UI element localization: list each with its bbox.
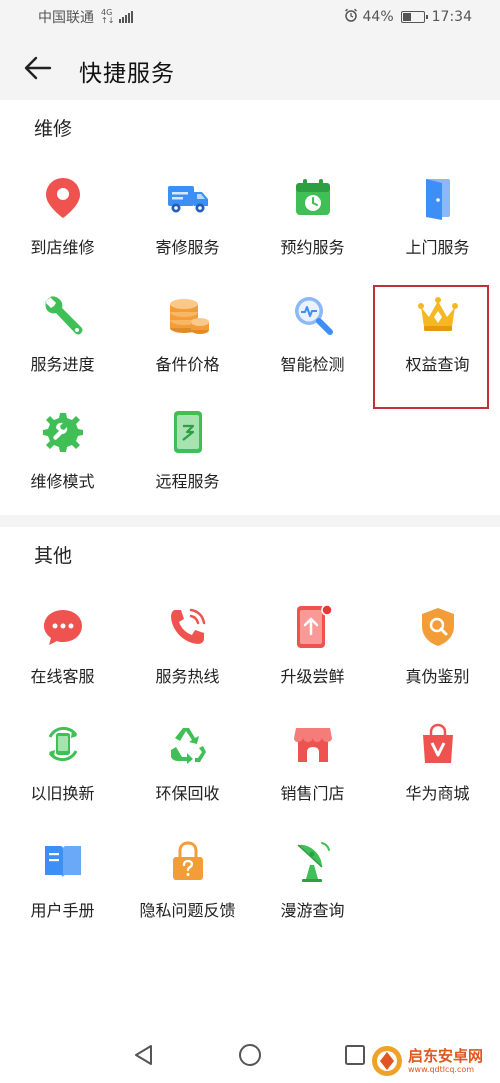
carrier-name: 中国联通 xyxy=(38,10,94,26)
crown-icon xyxy=(416,293,460,337)
clock-time: 17:34 xyxy=(431,9,472,25)
coins-icon xyxy=(166,293,210,337)
section-title-repair: 维修 xyxy=(34,118,73,140)
service-privacy-feedback[interactable]: 隐私问题反馈 xyxy=(125,821,250,938)
other-section: 其他 在线客服 服务热线 升级尝鲜 真伪鉴别 以旧换新 环保回收 销售门店 华为… xyxy=(0,527,500,1025)
network-type: 4G ↑↓ xyxy=(101,8,115,25)
satellite-dish-icon xyxy=(291,839,335,883)
alarm-icon xyxy=(344,8,358,26)
recycle-icon xyxy=(166,722,210,766)
location-pin-icon xyxy=(41,176,85,220)
recycle-phone-icon xyxy=(41,722,85,766)
page-title: 快捷服务 xyxy=(79,61,175,87)
book-icon xyxy=(41,839,85,883)
watermark-logo-icon xyxy=(372,1046,402,1076)
signal-icon xyxy=(119,11,134,23)
back-button[interactable] xyxy=(22,52,54,84)
gear-wrench-icon xyxy=(41,410,85,454)
nav-home-button[interactable] xyxy=(238,1043,262,1067)
service-appointment[interactable]: 预约服务 xyxy=(250,158,375,275)
watermark: 启东安卓网 www.qdtlcq.com xyxy=(370,1042,500,1080)
shopping-bag-icon xyxy=(416,722,460,766)
service-huawei-mall[interactable]: 华为商城 xyxy=(375,704,500,821)
repair-section: 维修 到店维修 寄修服务 预约服务 上门服务 服务进度 备件价格 智能检测 权益… xyxy=(0,100,500,515)
chat-bubble-icon xyxy=(41,605,85,649)
calendar-clock-icon xyxy=(291,176,335,220)
service-mail-repair[interactable]: 寄修服务 xyxy=(125,158,250,275)
magnifier-icon xyxy=(291,293,335,337)
service-trade-in[interactable]: 以旧换新 xyxy=(0,704,125,821)
status-left: 中国联通 4G ↑↓ xyxy=(38,7,134,27)
nav-recents-button[interactable] xyxy=(343,1043,367,1067)
app-header: 快捷服务 xyxy=(0,34,500,100)
truck-icon xyxy=(166,176,210,220)
phone-remote-icon xyxy=(166,410,210,454)
service-store-repair[interactable]: 到店维修 xyxy=(0,158,125,275)
watermark-sub-text: www.qdtlcq.com xyxy=(408,1064,475,1074)
upgrade-phone-icon xyxy=(291,605,335,649)
service-repair-mode[interactable]: 维修模式 xyxy=(0,392,125,509)
service-remote[interactable]: 远程服务 xyxy=(125,392,250,509)
circle-home-icon xyxy=(239,1044,261,1066)
service-hotline[interactable]: 服务热线 xyxy=(125,587,250,704)
status-bar: 中国联通 4G ↑↓ 44% 17:34 xyxy=(0,0,500,34)
service-door-to-door[interactable]: 上门服务 xyxy=(375,158,500,275)
status-right: 44% 17:34 xyxy=(344,8,472,26)
nav-back-button[interactable] xyxy=(132,1043,156,1067)
service-retail-store[interactable]: 销售门店 xyxy=(250,704,375,821)
service-benefit-query[interactable]: 权益查询 xyxy=(375,275,500,392)
triangle-back-icon xyxy=(135,1045,152,1065)
service-online-support[interactable]: 在线客服 xyxy=(0,587,125,704)
service-smart-detect[interactable]: 智能检测 xyxy=(250,275,375,392)
battery-icon xyxy=(400,11,428,23)
service-upgrade[interactable]: 升级尝鲜 xyxy=(250,587,375,704)
battery-percent: 44% xyxy=(362,9,394,25)
service-progress[interactable]: 服务进度 xyxy=(0,275,125,392)
arrow-left-icon xyxy=(24,56,52,80)
square-recents-icon xyxy=(345,1045,365,1065)
shield-search-icon xyxy=(416,605,460,649)
service-eco-recycle[interactable]: 环保回收 xyxy=(125,704,250,821)
door-icon xyxy=(416,176,460,220)
store-icon xyxy=(291,722,335,766)
service-parts-price[interactable]: 备件价格 xyxy=(125,275,250,392)
service-authenticity[interactable]: 真伪鉴别 xyxy=(375,587,500,704)
lock-question-icon xyxy=(166,839,210,883)
wrench-icon xyxy=(41,293,85,337)
service-user-manual[interactable]: 用户手册 xyxy=(0,821,125,938)
phone-call-icon xyxy=(166,605,210,649)
watermark-main-text: 启东安卓网 xyxy=(408,1046,484,1065)
service-roaming-query[interactable]: 漫游查询 xyxy=(250,821,375,938)
section-title-other: 其他 xyxy=(34,545,73,567)
